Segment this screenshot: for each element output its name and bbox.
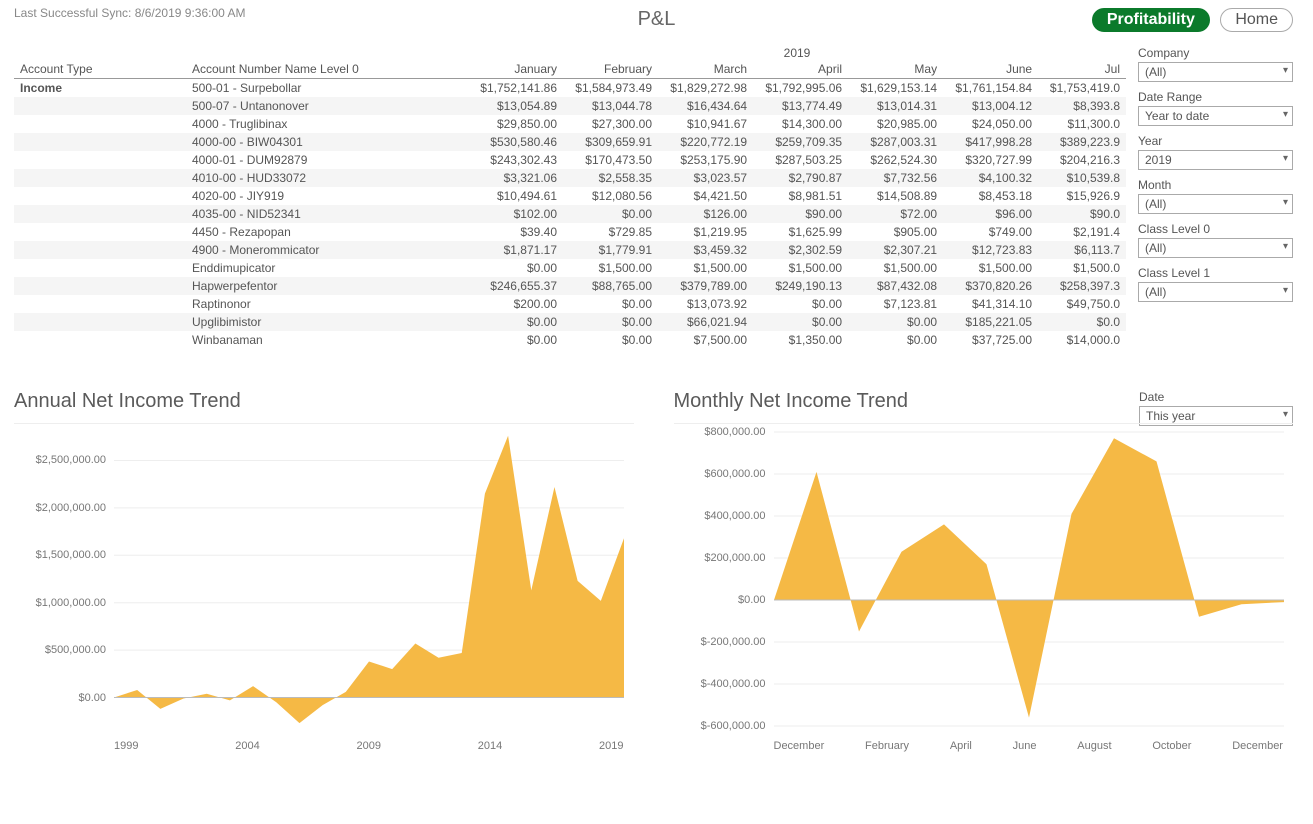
- col-month: February: [563, 60, 658, 79]
- x-tick: 2019: [599, 740, 623, 752]
- x-tick: 2014: [478, 740, 502, 752]
- table-row[interactable]: 4450 - Rezapopan$39.40$729.85$1,219.95$1…: [14, 223, 1126, 241]
- x-tick: April: [950, 740, 972, 752]
- col-account-type: Account Type: [14, 60, 186, 79]
- daterange-select[interactable]: Year to date: [1138, 106, 1293, 126]
- class1-select[interactable]: (All): [1138, 282, 1293, 302]
- x-tick: December: [774, 740, 825, 752]
- x-tick: August: [1077, 740, 1111, 752]
- table-row[interactable]: Winbanaman$0.00$0.00$7,500.00$1,350.00$0…: [14, 331, 1126, 349]
- daterange-label: Date Range: [1138, 90, 1293, 104]
- table-row[interactable]: Hapwerpefentor$246,655.37$88,765.00$379,…: [14, 277, 1126, 295]
- table-row[interactable]: 4000-00 - BIW04301$530,580.46$309,659.91…: [14, 133, 1126, 151]
- class1-label: Class Level 1: [1138, 266, 1293, 280]
- x-tick: October: [1152, 740, 1191, 752]
- col-account-name: Account Number Name Level 0: [186, 60, 468, 79]
- x-tick: 2009: [357, 740, 381, 752]
- class0-select[interactable]: (All): [1138, 238, 1293, 258]
- company-label: Company: [1138, 46, 1293, 60]
- year-select[interactable]: 2019: [1138, 150, 1293, 170]
- table-row[interactable]: 4035-00 - NID52341$102.00$0.00$126.00$90…: [14, 205, 1126, 223]
- pl-table[interactable]: 2019 Account TypeAccount Number Name Leve…: [14, 46, 1126, 371]
- class0-label: Class Level 0: [1138, 222, 1293, 236]
- col-month: June: [943, 60, 1038, 79]
- date-label: Date: [1139, 390, 1293, 404]
- x-tick: December: [1232, 740, 1283, 752]
- month-select[interactable]: (All): [1138, 194, 1293, 214]
- year-label: Year: [1138, 134, 1293, 148]
- col-month: Jul: [1038, 60, 1126, 79]
- table-row[interactable]: 4900 - Monerommicator$1,871.17$1,779.91$…: [14, 241, 1126, 259]
- x-tick: 1999: [114, 740, 138, 752]
- x-tick: 2004: [235, 740, 259, 752]
- annual-chart: Annual Net Income Trend $0.00$500,000.00…: [14, 384, 634, 804]
- monthly-chart: Date This year Monthly Net Income Trend …: [674, 384, 1294, 804]
- x-tick: June: [1013, 740, 1037, 752]
- annual-chart-title: Annual Net Income Trend: [14, 390, 634, 413]
- table-row[interactable]: Enddimupicator$0.00$1,500.00$1,500.00$1,…: [14, 259, 1126, 277]
- table-row[interactable]: Raptinonor$200.00$0.00$13,073.92$0.00$7,…: [14, 295, 1126, 313]
- company-select[interactable]: (All): [1138, 62, 1293, 82]
- month-label: Month: [1138, 178, 1293, 192]
- filter-panel: Company (All) Date Range Year to date Ye…: [1138, 46, 1293, 310]
- table-row[interactable]: 4000 - Truglibinax$29,850.00$27,300.00$1…: [14, 115, 1126, 133]
- table-row[interactable]: 500-07 - Untanonover$13,054.89$13,044.78…: [14, 97, 1126, 115]
- col-month: April: [753, 60, 848, 79]
- table-row[interactable]: 4000-01 - DUM92879$243,302.43$170,473.50…: [14, 151, 1126, 169]
- col-month: January: [468, 60, 563, 79]
- table-row[interactable]: 4020-00 - JIY919$10,494.61$12,080.56$4,4…: [14, 187, 1126, 205]
- table-row[interactable]: Upglibimistor$0.00$0.00$66,021.94$0.00$0…: [14, 313, 1126, 331]
- col-month: May: [848, 60, 943, 79]
- col-month: March: [658, 60, 753, 79]
- table-row[interactable]: 4010-00 - HUD33072$3,321.06$2,558.35$3,0…: [14, 169, 1126, 187]
- year-header: 2019: [468, 46, 1126, 60]
- home-button[interactable]: Home: [1220, 8, 1293, 32]
- x-tick: February: [865, 740, 909, 752]
- table-row[interactable]: Income500-01 - Surpebollar$1,752,141.86$…: [14, 79, 1126, 98]
- profitability-button[interactable]: Profitability: [1092, 8, 1210, 32]
